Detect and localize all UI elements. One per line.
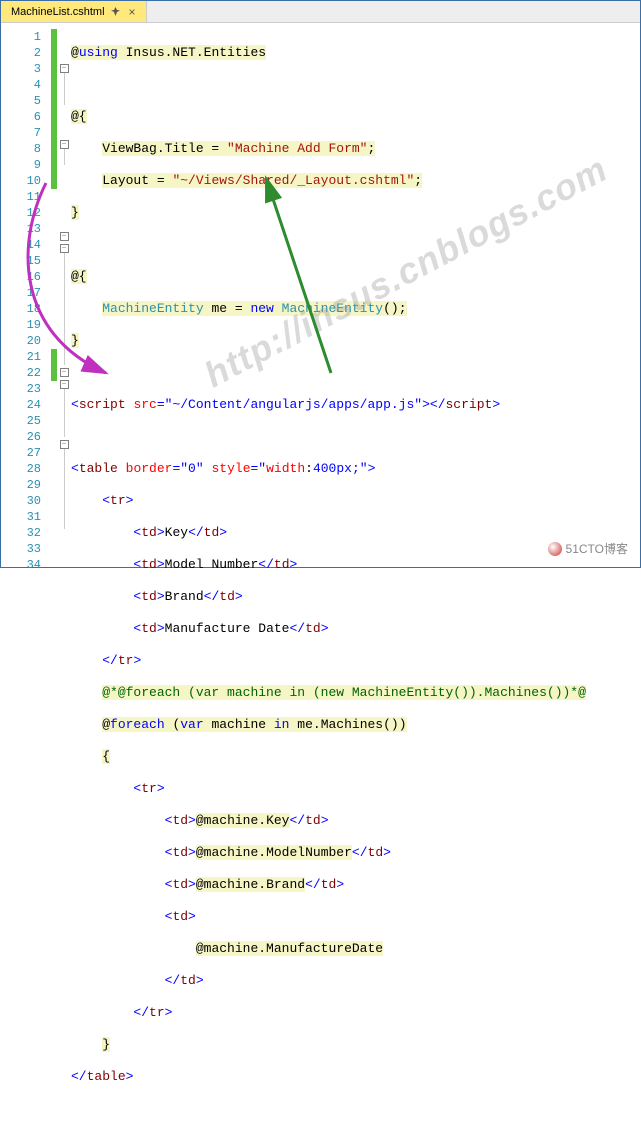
tab-filename: MachineList.cshtml xyxy=(11,6,105,18)
code-editor[interactable]: 1234567891011121314151617181920212223242… xyxy=(1,23,640,567)
close-icon[interactable]: × xyxy=(127,5,138,19)
credit-text: 51CTO博客 xyxy=(566,540,628,557)
credit-icon xyxy=(548,542,562,556)
file-tab[interactable]: MachineList.cshtml × xyxy=(1,1,147,22)
tab-bar: MachineList.cshtml × xyxy=(1,1,640,23)
code-area[interactable]: @using Insus.NET.Entities @{ ViewBag.Tit… xyxy=(71,23,586,567)
fold-gutter[interactable]: −−−−−−− xyxy=(57,23,71,567)
line-number-gutter: 1234567891011121314151617181920212223242… xyxy=(1,23,51,567)
credit-badge: 51CTO博客 xyxy=(548,540,628,557)
pin-icon[interactable] xyxy=(111,7,121,17)
